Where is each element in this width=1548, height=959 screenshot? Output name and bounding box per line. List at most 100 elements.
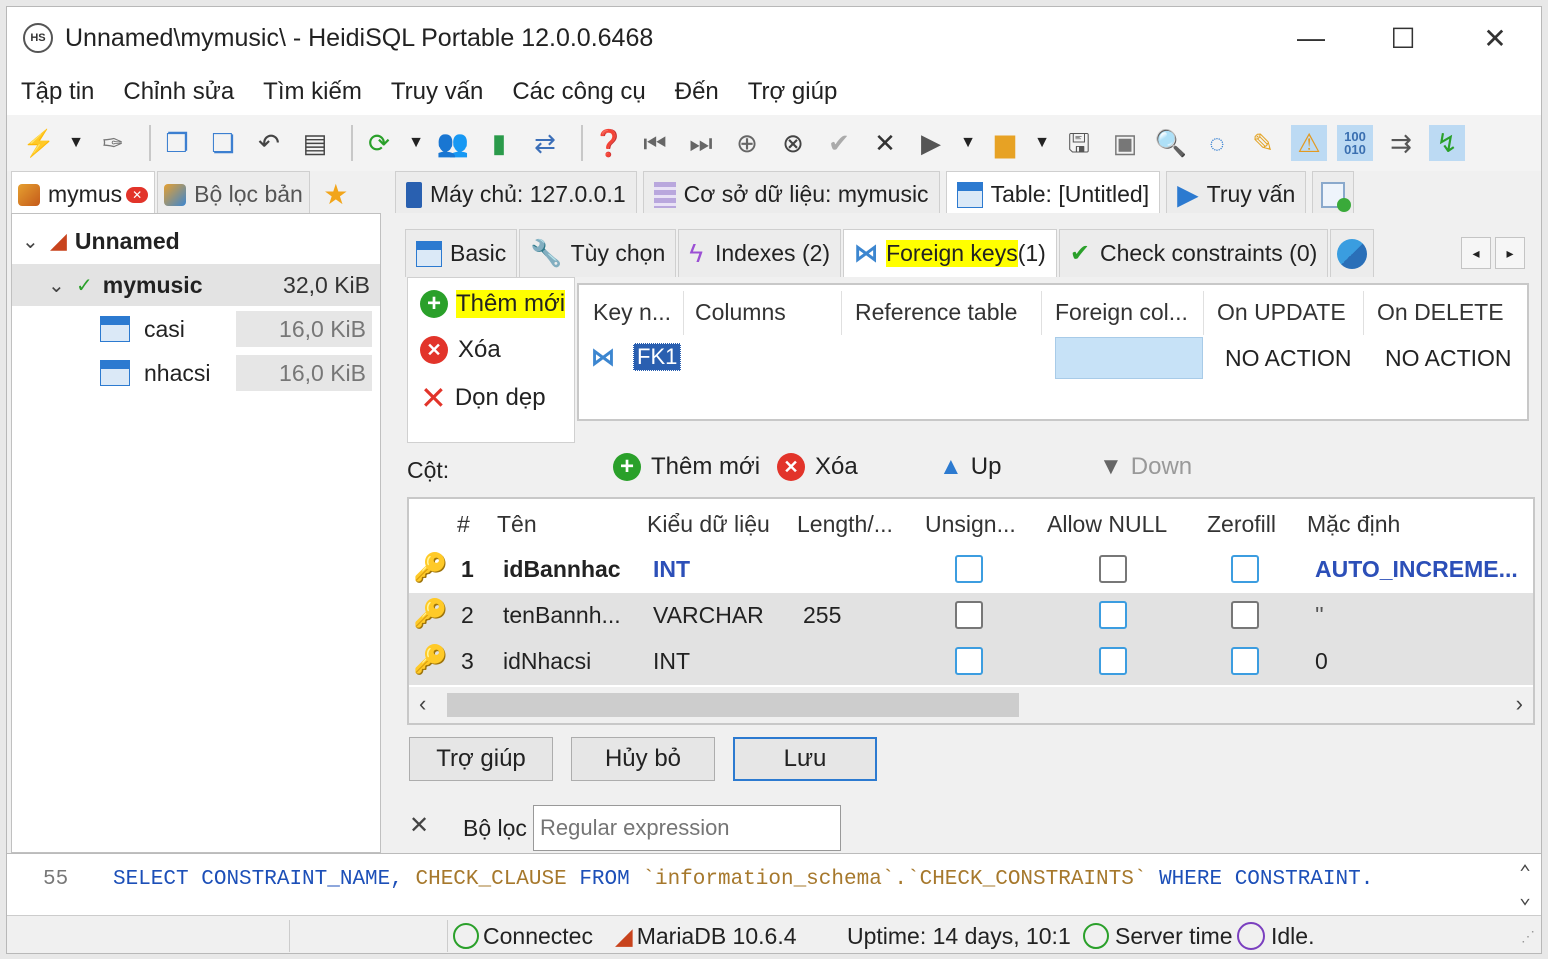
subtab-options[interactable]: 🔧 Tùy chọn [519,229,677,277]
dropdown-arrow-icon[interactable]: ▼ [407,125,425,161]
save-icon[interactable]: 🖫 [1061,125,1097,161]
connect-plug-icon[interactable]: ⚡ [21,125,57,161]
help-button[interactable]: Trợ giúp [409,737,553,781]
subtab-check-constraints[interactable]: ✔ Check constraints (0) [1058,229,1329,277]
tab-scroll-right-button[interactable]: ▸ [1495,237,1525,269]
menu-goto[interactable]: Đến [675,78,719,106]
close-button[interactable]: ✕ [1449,7,1541,69]
tab-filter[interactable]: Bộ lọc bản [157,171,310,217]
unsigned-checkbox[interactable] [955,639,983,683]
column-name[interactable]: tenBannh... [503,593,621,637]
allow-null-checkbox[interactable] [1099,547,1127,591]
fk-col-header[interactable]: Foreign col... [1055,299,1188,326]
sql-log-panel[interactable]: 55 SELECT CONSTRAINT_NAME, CHECK_CLAUSE … [7,853,1541,915]
fk-col-header[interactable]: On UPDATE [1217,299,1346,326]
paste-icon[interactable]: ❏ [205,125,241,161]
col-header[interactable]: Allow NULL [1047,511,1167,538]
column-up-button[interactable]: ▲ Up [939,453,1001,481]
column-default[interactable]: '' [1315,593,1324,637]
scroll-up-icon[interactable]: ⌃ [1519,860,1531,886]
fk-foreign-cols-cell[interactable] [1055,337,1203,379]
scroll-right-icon[interactable]: › [1516,691,1523,717]
subtab-basic[interactable]: Basic [405,229,518,277]
filter-close-icon[interactable]: ✕ [409,811,429,840]
fk-key-name[interactable]: FK1 [633,343,682,371]
user-manager-icon[interactable]: 👥 [435,125,471,161]
subtab-partitions[interactable] [1330,229,1375,277]
scrollbar-thumb[interactable] [447,693,1019,717]
allow-null-checkbox[interactable] [1099,639,1127,683]
replace-icon[interactable]: ◌ [1199,125,1235,161]
unsigned-checkbox[interactable] [955,547,983,591]
fk-delete-button[interactable]: ✕ Xóa [420,336,501,364]
tree-node-database[interactable]: ⌄ ✓ mymusic 32,0 KiB [12,264,380,306]
tree-node-table-nhacsi[interactable]: nhacsi 16,0 KiB [12,352,380,394]
first-record-icon[interactable]: ⏮ [637,125,673,161]
menu-help[interactable]: Trợ giúp [748,78,838,106]
export-icon[interactable]: ▮ [481,125,517,161]
disconnect-icon[interactable]: ✑ [95,125,131,161]
subtab-indexes[interactable]: ϟ Indexes (2) [678,229,842,277]
dropdown-arrow-icon[interactable]: ▼ [67,125,85,161]
fk-col-header[interactable]: On DELETE [1377,299,1504,326]
chevron-down-icon[interactable]: ⌄ [48,273,70,298]
columns-grid[interactable]: # Tên Kiểu dữ liệu Length/... Unsign... … [407,497,1535,725]
scroll-down-icon[interactable]: ⌄ [1519,884,1531,910]
minimize-button[interactable]: — [1265,7,1357,69]
fk-on-delete[interactable]: NO ACTION [1385,345,1512,372]
zerofill-checkbox[interactable] [1231,639,1259,683]
menu-file[interactable]: Tập tin [21,78,94,106]
unsigned-checkbox[interactable] [955,593,983,637]
table-row[interactable]: 🔑 1 idBannhac INT AUTO_INCREME... [409,547,1533,593]
chevron-down-icon[interactable]: ⌄ [22,229,44,254]
zerofill-checkbox[interactable] [1231,593,1259,637]
column-default[interactable]: 0 [1315,639,1328,683]
table-row[interactable]: 🔑 2 tenBannh... VARCHAR 255 '' [409,593,1533,639]
copy-icon[interactable]: ❐ [159,125,195,161]
post-record-icon[interactable]: ✔ [821,125,857,161]
save-as-icon[interactable]: ▣ [1107,125,1143,161]
table-row[interactable]: 🔑 3 idNhacsi INT 0 [409,639,1533,685]
dropdown-arrow-icon[interactable]: ▼ [959,125,977,161]
execute-query-icon[interactable]: ▶ [913,125,949,161]
tab-database[interactable]: Cơ sở dữ liệu: mymusic [642,171,940,217]
col-header[interactable]: # [457,511,470,538]
allow-null-checkbox[interactable] [1099,593,1127,637]
delete-record-icon[interactable]: ⊗ [775,125,811,161]
column-name[interactable]: idNhacsi [503,639,591,683]
fk-on-update[interactable]: NO ACTION [1225,345,1352,372]
maximize-button[interactable]: ☐ [1357,7,1449,69]
fk-add-button[interactable]: + Thêm mới [420,290,566,318]
fk-table-row[interactable]: ⋈ FK1 NO ACTION NO ACTION [579,337,1527,381]
col-header[interactable]: Unsign... [925,511,1016,538]
fk-clean-button[interactable]: ✕ Dọn dẹp [420,382,546,414]
subtab-foreign-keys[interactable]: ⋈ Foreign keys (1) [843,229,1057,277]
format-brush-icon[interactable]: ✎ [1245,125,1281,161]
menu-search[interactable]: Tìm kiếm [263,78,362,106]
column-default[interactable]: AUTO_INCREME... [1315,547,1518,591]
help-icon[interactable]: ❓ [591,125,627,161]
last-record-icon[interactable]: ⏭ [683,125,719,161]
column-down-button[interactable]: ▼ Down [1099,453,1192,481]
foreign-key-grid[interactable]: Key n... Columns Reference table Foreign… [577,283,1529,421]
column-type[interactable]: INT [653,547,690,591]
column-delete-button[interactable]: ✕ Xóa [777,453,858,481]
tree-node-table-casi[interactable]: casi 16,0 KiB [12,308,380,350]
column-add-button[interactable]: + Thêm mới [613,453,760,481]
tab-session[interactable]: mymus ✕ [11,171,156,217]
sync-icon[interactable]: ⇄ [527,125,563,161]
horizontal-scrollbar[interactable]: ‹ › [409,687,1533,723]
menu-edit[interactable]: Chỉnh sửa [123,78,234,106]
tree-node-session[interactable]: ⌄ ◢ Unnamed [12,220,380,262]
undo-icon[interactable]: ↶ [251,125,287,161]
tab-scroll-left-button[interactable]: ◂ [1461,237,1491,269]
cancel-edit-icon[interactable]: ✕ [867,125,903,161]
fk-col-header[interactable]: Key n... [593,299,671,326]
tab-new-query[interactable] [1312,171,1355,217]
col-header[interactable]: Tên [497,511,537,538]
col-header[interactable]: Kiểu dữ liệu [647,511,770,538]
add-record-icon[interactable]: ⊕ [729,125,765,161]
column-name[interactable]: idBannhac [503,547,621,591]
auto-refresh-icon[interactable]: ↯ [1429,125,1465,161]
column-length[interactable]: 255 [803,593,841,637]
